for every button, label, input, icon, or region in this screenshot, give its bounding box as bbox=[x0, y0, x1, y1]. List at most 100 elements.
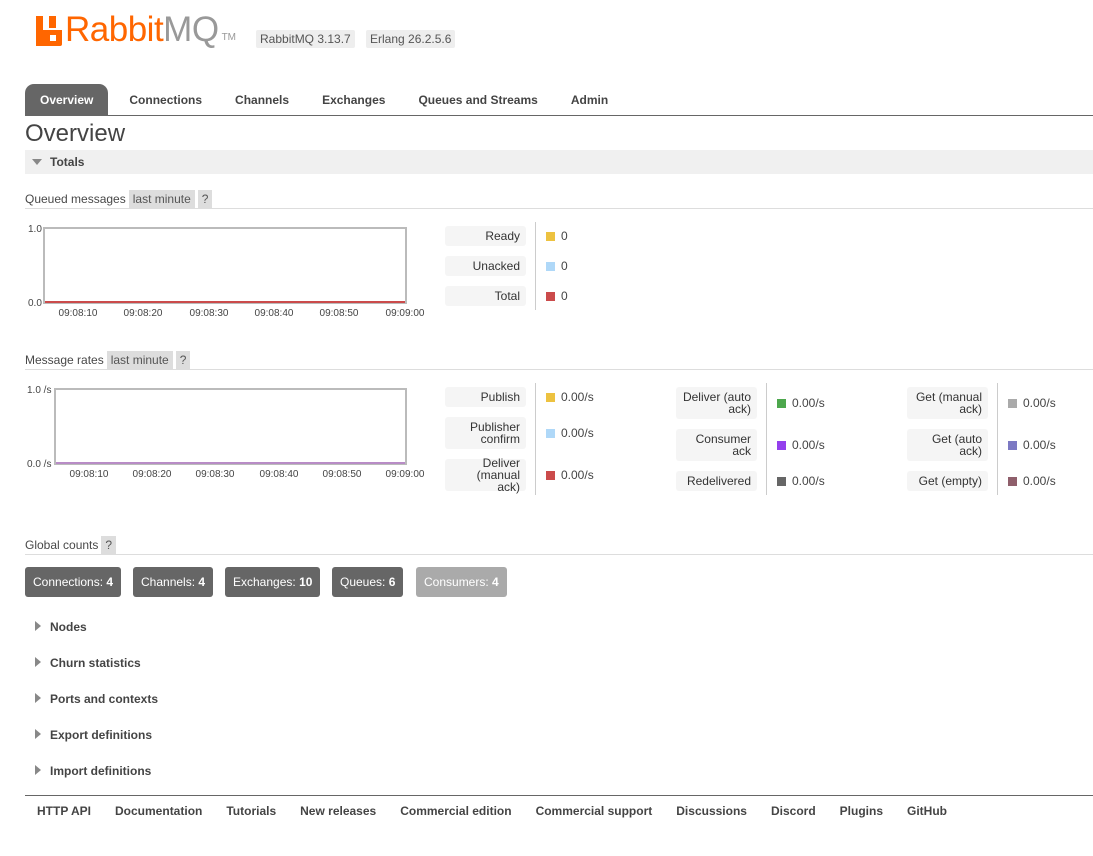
footer-link-new-releases[interactable]: New releases bbox=[300, 803, 376, 819]
y-tick-max: 1.0 bbox=[28, 224, 42, 235]
export-definitions-section-toggle[interactable]: Export definitions bbox=[25, 725, 152, 745]
publisher-confirm-swatch bbox=[546, 429, 555, 438]
get-auto-ack-swatch bbox=[1008, 441, 1017, 450]
legend-ready[interactable]: Ready bbox=[445, 226, 526, 246]
footer-link-commercial-edition[interactable]: Commercial edition bbox=[400, 803, 511, 819]
y-tick-min: 0.0 bbox=[28, 298, 42, 309]
ports-and-contexts-section-toggle[interactable]: Ports and contexts bbox=[25, 689, 158, 709]
consumer-ack-swatch bbox=[777, 441, 786, 450]
legend-redelivered[interactable]: Redelivered bbox=[676, 471, 757, 491]
ready-swatch bbox=[546, 232, 555, 241]
footer-link-github[interactable]: GitHub bbox=[907, 803, 947, 819]
tab-divider bbox=[25, 115, 1093, 116]
footer-link-commercial-support[interactable]: Commercial support bbox=[536, 803, 653, 819]
triangle-down-icon bbox=[32, 159, 42, 165]
x-tick: 09:08:30 bbox=[195, 469, 235, 480]
x-tick: 09:08:30 bbox=[189, 308, 229, 319]
queued-messages-header: Queued messages last minute ? bbox=[25, 190, 213, 208]
divider bbox=[25, 369, 1093, 370]
rates-range-selector[interactable]: last minute bbox=[106, 351, 173, 369]
unacked-value: 0 bbox=[561, 259, 568, 273]
logo-trademark: TM bbox=[221, 32, 237, 43]
get-empty-swatch bbox=[1008, 477, 1017, 486]
legend-publisher-confirm[interactable]: Publisher confirm bbox=[445, 417, 526, 449]
x-tick: 09:08:20 bbox=[123, 308, 163, 319]
nodes-section-toggle[interactable]: Nodes bbox=[25, 617, 87, 637]
x-tick: 09:08:10 bbox=[69, 469, 109, 480]
y-tick-min: 0.0 /s bbox=[27, 459, 52, 470]
chart-plot-area bbox=[43, 227, 407, 304]
tab-queues-and-streams[interactable]: Queues and Streams bbox=[403, 84, 552, 116]
legend-publish[interactable]: Publish bbox=[445, 387, 526, 407]
triangle-right-icon bbox=[35, 729, 41, 739]
publish-swatch bbox=[546, 393, 555, 402]
tab-connections[interactable]: Connections bbox=[114, 84, 217, 116]
legend-unacked[interactable]: Unacked bbox=[445, 256, 526, 276]
message-rates-header: Message rates last minute ? bbox=[25, 351, 191, 369]
main-tabs: Overview Connections Channels Exchanges … bbox=[25, 84, 630, 116]
get-empty-value: 0.00/s bbox=[1023, 474, 1056, 488]
rates-help-icon[interactable]: ? bbox=[175, 351, 191, 369]
totals-section-label: Totals bbox=[50, 155, 85, 169]
rates-series-line bbox=[56, 462, 405, 464]
total-series-line bbox=[45, 301, 405, 303]
legend-deliver-auto-ack[interactable]: Deliver (auto ack) bbox=[676, 387, 757, 419]
footer-link-plugins[interactable]: Plugins bbox=[840, 803, 883, 819]
get-manual-ack-swatch bbox=[1008, 399, 1017, 408]
deliver-auto-ack-swatch bbox=[777, 399, 786, 408]
legend-get-empty[interactable]: Get (empty) bbox=[907, 471, 988, 491]
channels-count-button[interactable]: Channels: 4 bbox=[133, 567, 214, 597]
ready-value: 0 bbox=[561, 229, 568, 243]
legend-get-auto-ack[interactable]: Get (auto ack) bbox=[907, 429, 988, 461]
tab-admin[interactable]: Admin bbox=[556, 84, 623, 116]
exchanges-count-button[interactable]: Exchanges: 10 bbox=[225, 567, 321, 597]
tab-channels[interactable]: Channels bbox=[220, 84, 304, 116]
x-tick: 09:08:20 bbox=[132, 469, 172, 480]
triangle-right-icon bbox=[35, 621, 41, 631]
total-value: 0 bbox=[561, 289, 568, 303]
tab-exchanges[interactable]: Exchanges bbox=[307, 84, 400, 116]
connections-count-button[interactable]: Connections: 4 bbox=[25, 567, 122, 597]
divider bbox=[25, 208, 1093, 209]
total-swatch bbox=[546, 292, 555, 301]
global-counts-header: Global counts ? bbox=[25, 536, 117, 554]
totals-section-toggle[interactable]: Totals bbox=[25, 150, 1093, 174]
erlang-version-badge: Erlang 26.2.5.6 bbox=[366, 30, 456, 48]
rabbitmq-logo[interactable]: RabbitMQ TM bbox=[36, 12, 237, 47]
footer-link-documentation[interactable]: Documentation bbox=[115, 803, 202, 819]
footer-link-discussions[interactable]: Discussions bbox=[676, 803, 747, 819]
queued-messages-chart: 1.0 0.0 09:08:10 09:08:20 09:08:30 09:08… bbox=[25, 220, 435, 320]
footer-link-tutorials[interactable]: Tutorials bbox=[226, 803, 276, 819]
page-title: Overview bbox=[25, 120, 126, 147]
global-counts-help-icon[interactable]: ? bbox=[101, 536, 117, 554]
x-tick: 09:08:10 bbox=[58, 308, 98, 319]
section-label: Export definitions bbox=[50, 728, 152, 742]
legend-separator bbox=[766, 383, 767, 495]
legend-separator bbox=[535, 383, 536, 495]
divider bbox=[25, 554, 1093, 555]
import-definitions-section-toggle[interactable]: Import definitions bbox=[25, 761, 151, 781]
section-label: Ports and contexts bbox=[50, 692, 159, 706]
legend-deliver-manual-ack[interactable]: Deliver (manual ack) bbox=[445, 457, 526, 493]
consumer-ack-value: 0.00/s bbox=[792, 438, 825, 452]
footer-link-discord[interactable]: Discord bbox=[771, 803, 816, 819]
queues-count-button[interactable]: Queues: 6 bbox=[332, 567, 404, 597]
x-tick: 09:09:00 bbox=[385, 308, 425, 319]
legend-total[interactable]: Total bbox=[445, 286, 526, 306]
footer-link-http-api[interactable]: HTTP API bbox=[37, 803, 91, 819]
message-rates-chart: 1.0 /s 0.0 /s 09:08:10 09:08:20 09:08:30… bbox=[25, 381, 435, 481]
x-tick: 09:08:40 bbox=[259, 469, 299, 480]
queued-help-icon[interactable]: ? bbox=[197, 190, 213, 208]
consumers-count-button[interactable]: Consumers: 4 bbox=[416, 567, 507, 597]
legend-consumer-ack[interactable]: Consumer ack bbox=[676, 429, 757, 461]
deliver-manual-ack-value: 0.00/s bbox=[561, 468, 594, 482]
get-manual-ack-value: 0.00/s bbox=[1023, 396, 1056, 410]
churn-statistics-section-toggle[interactable]: Churn statistics bbox=[25, 653, 141, 673]
tab-overview[interactable]: Overview bbox=[25, 84, 109, 116]
x-tick: 09:08:50 bbox=[319, 308, 359, 319]
section-label: Import definitions bbox=[50, 764, 152, 778]
queued-range-selector[interactable]: last minute bbox=[128, 190, 195, 208]
get-auto-ack-value: 0.00/s bbox=[1023, 438, 1056, 452]
legend-get-manual-ack[interactable]: Get (manual ack) bbox=[907, 387, 988, 419]
x-tick: 09:08:40 bbox=[254, 308, 294, 319]
